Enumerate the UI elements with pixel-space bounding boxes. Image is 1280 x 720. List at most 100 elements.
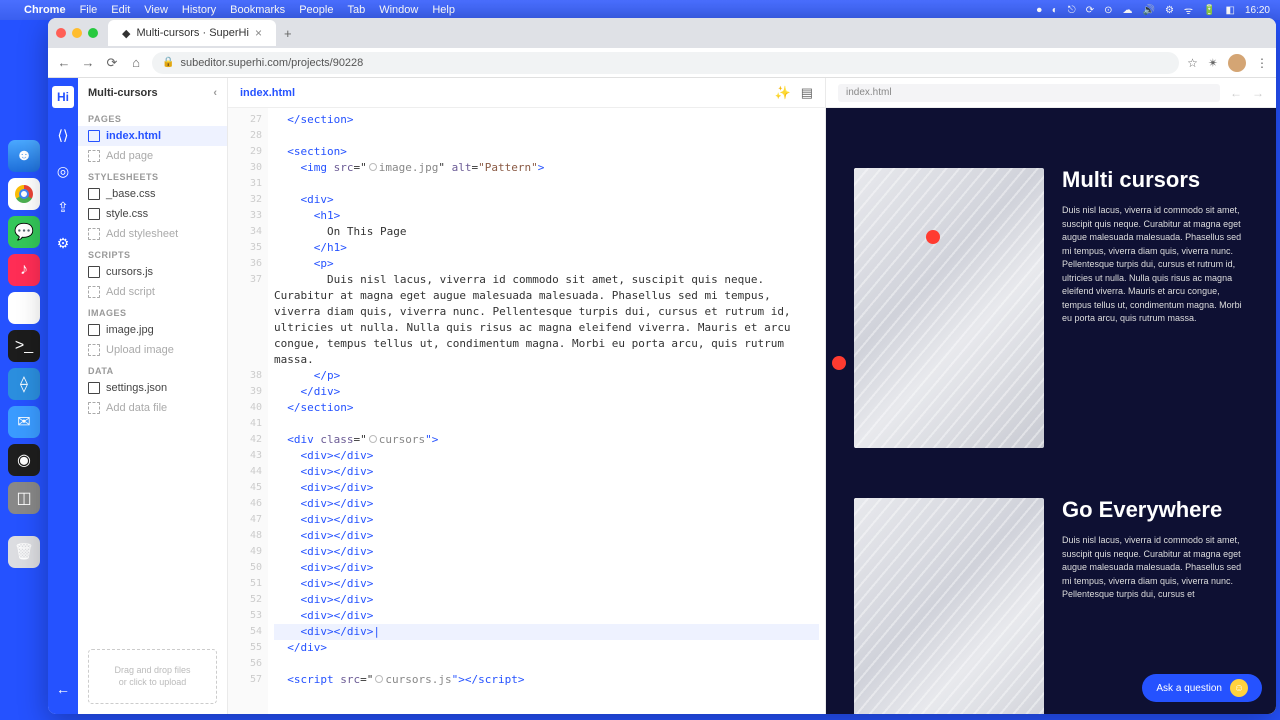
smiley-icon: ☺ — [1230, 679, 1248, 697]
profile-avatar[interactable] — [1228, 54, 1246, 72]
address-bar[interactable]: 🔒 subeditor.superhi.com/projects/90228 — [152, 52, 1179, 74]
wifi-icon[interactable]: ᯤ — [1184, 3, 1193, 17]
plus-icon — [88, 286, 100, 298]
ask-question-button[interactable]: Ask a question ☺ — [1142, 674, 1262, 702]
plus-icon — [88, 228, 100, 240]
plus-icon — [88, 344, 100, 356]
ai-assist-icon[interactable]: ✨ — [775, 85, 791, 101]
status-icon[interactable]: ☁︎ — [1123, 5, 1133, 16]
sidebar-file-style-css[interactable]: style.css — [78, 204, 227, 224]
editor-panel: index.html ✨ ▤ 2728293031323334353637383… — [228, 78, 826, 714]
sidebar-file-image-jpg[interactable]: image.jpg — [78, 320, 227, 340]
preview-back-icon[interactable]: ← — [1230, 86, 1242, 100]
add-label: Add script — [106, 286, 155, 298]
browser-tab[interactable]: ◆ Multi-cursors · SuperHi × — [108, 20, 276, 46]
menu-window[interactable]: Window — [379, 4, 418, 16]
menu-bookmarks[interactable]: Bookmarks — [230, 4, 285, 16]
vnav-share-icon[interactable]: ⇪ — [54, 198, 72, 216]
status-icon[interactable]: ⟳ — [1086, 5, 1094, 16]
vnav-code-icon[interactable]: ⟨⟩ — [54, 126, 72, 144]
menu-file[interactable]: File — [80, 4, 98, 16]
status-icon[interactable]: ⊙ — [1104, 5, 1112, 16]
file-label: cursors.js — [106, 266, 153, 278]
code-body[interactable]: </section> <section> <img src="image.jpg… — [268, 108, 825, 714]
add-page-button[interactable]: Add page — [78, 146, 227, 166]
sidebar-file-base-css[interactable]: _base.css — [78, 184, 227, 204]
menu-edit[interactable]: Edit — [111, 4, 130, 16]
new-tab-button[interactable]: + — [284, 26, 292, 41]
dock-music-icon[interactable]: ♪ — [8, 254, 40, 286]
nav-reload-icon[interactable]: ⟳ — [104, 55, 120, 71]
status-icon[interactable]: ⎋ — [1068, 5, 1076, 16]
dock-slack-icon[interactable]: ⌗ — [8, 292, 40, 324]
vnav-back-icon[interactable]: ← — [54, 680, 72, 698]
add-data-file-button[interactable]: Add data file — [78, 398, 227, 418]
preview-forward-icon[interactable]: → — [1252, 86, 1264, 100]
status-icon[interactable]: 🔊 — [1143, 5, 1155, 16]
file-icon — [88, 208, 100, 220]
menu-people[interactable]: People — [299, 4, 333, 16]
dock-trash-icon[interactable]: 🗑 — [8, 536, 40, 568]
tab-title: Multi-cursors · SuperHi — [136, 27, 248, 39]
layout-toggle-icon[interactable]: ▤ — [801, 85, 813, 101]
control-center-icon[interactable]: ◧ — [1226, 5, 1235, 16]
file-icon — [88, 188, 100, 200]
dock-chrome-icon[interactable] — [8, 178, 40, 210]
file-icon — [88, 324, 100, 336]
menu-help[interactable]: Help — [432, 4, 455, 16]
section-data-label: DATA — [78, 360, 227, 378]
sidebar-file-settings-json[interactable]: settings.json — [78, 378, 227, 398]
share-icon[interactable]: ☆ — [1187, 56, 1198, 70]
tab-close-icon[interactable]: × — [255, 26, 262, 40]
file-icon — [88, 382, 100, 394]
vnav-preview-icon[interactable]: ◎ — [54, 162, 72, 180]
dock-app-icon[interactable]: ◫ — [8, 482, 40, 514]
add-label: Add data file — [106, 402, 167, 414]
upload-image-button[interactable]: Upload image — [78, 340, 227, 360]
preview-viewport[interactable]: Multi cursors Duis nisl lacus, viverra i… — [826, 108, 1276, 714]
status-icon[interactable]: ◐ — [1052, 5, 1058, 16]
add-label: Add stylesheet — [106, 228, 178, 240]
status-icon[interactable]: ⚙︎ — [1165, 5, 1174, 16]
preview-heading: Go Everywhere — [1062, 498, 1248, 522]
dock-figma-icon[interactable]: ◉ — [8, 444, 40, 476]
menubar-clock[interactable]: 16:20 — [1245, 5, 1270, 16]
dock-mail-icon[interactable]: ✉︎ — [8, 406, 40, 438]
menubar-app[interactable]: Chrome — [24, 4, 66, 16]
file-label: index.html — [106, 130, 161, 142]
editor-tab-index-html[interactable]: index.html — [240, 87, 295, 99]
preview-url-bar[interactable]: index.html — [838, 84, 1220, 102]
menu-tab[interactable]: Tab — [347, 4, 365, 16]
lock-icon: 🔒 — [162, 57, 174, 68]
sidebar-file-cursors-js[interactable]: cursors.js — [78, 262, 227, 282]
menu-view[interactable]: View — [144, 4, 168, 16]
nav-forward-icon[interactable]: → — [80, 55, 96, 70]
nav-home-icon[interactable]: ⌂ — [128, 55, 144, 70]
window-minimize-icon[interactable] — [72, 28, 82, 38]
superhi-logo-icon[interactable]: Hi — [52, 86, 74, 108]
chrome-menu-icon[interactable]: ⋮ — [1256, 56, 1268, 70]
dock-vscode-icon[interactable]: ⟠ — [8, 368, 40, 400]
dock-finder-icon[interactable]: ☻ — [8, 140, 40, 172]
code-editor[interactable]: 2728293031323334353637383940414243444546… — [228, 108, 825, 714]
macos-menubar: Chrome File Edit View History Bookmarks … — [0, 0, 1280, 20]
nav-back-icon[interactable]: ← — [56, 55, 72, 70]
sidebar-collapse-icon[interactable]: ‹ — [213, 87, 217, 99]
dock-messages-icon[interactable]: 💬 — [8, 216, 40, 248]
preview-panel: index.html ← → Multi cursors Duis nisl l… — [826, 78, 1276, 714]
file-label: _base.css — [106, 188, 156, 200]
vnav-settings-icon[interactable]: ⚙︎ — [54, 234, 72, 252]
window-zoom-icon[interactable] — [88, 28, 98, 38]
extensions-icon[interactable]: ✴︎ — [1208, 56, 1218, 70]
preview-paragraph: Duis nisl lacus, viverra id commodo sit … — [1062, 204, 1248, 326]
menu-history[interactable]: History — [182, 4, 216, 16]
add-script-button[interactable]: Add script — [78, 282, 227, 302]
dock-terminal-icon[interactable]: >_ — [8, 330, 40, 362]
file-dropzone[interactable]: Drag and drop files or click to upload — [88, 649, 217, 704]
battery-icon[interactable]: 🔋 — [1203, 5, 1215, 16]
section-pages-label: PAGES — [78, 108, 227, 126]
add-stylesheet-button[interactable]: Add stylesheet — [78, 224, 227, 244]
window-close-icon[interactable] — [56, 28, 66, 38]
status-icon[interactable]: ⏺ — [1037, 5, 1042, 16]
sidebar-file-index-html[interactable]: index.html — [78, 126, 227, 146]
